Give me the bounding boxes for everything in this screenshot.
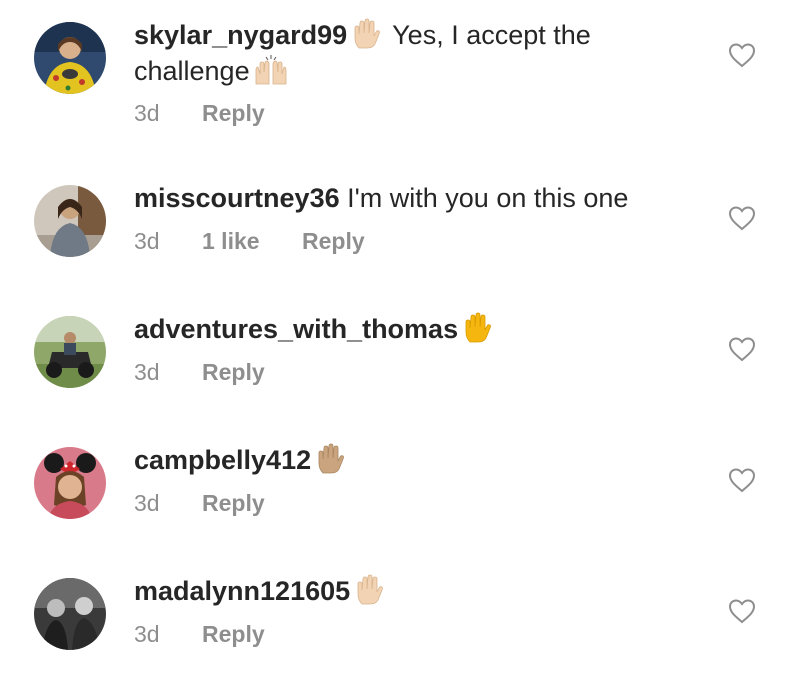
like-count[interactable]: 1 like — [202, 228, 302, 255]
comment-username[interactable]: adventures_with_thomas — [134, 314, 458, 344]
comment-text: Yes, I accept the — [392, 20, 591, 50]
comment-username[interactable]: misscourtney36 — [134, 183, 340, 213]
comment-meta: 3d Reply — [134, 621, 265, 648]
raised-hand-icon — [462, 312, 492, 344]
comment-meta: 3d Reply — [134, 100, 265, 127]
heart-outline-icon[interactable] — [728, 467, 756, 493]
avatar-image — [34, 578, 106, 650]
comment-body: adventures_with_thomas — [134, 311, 654, 347]
avatar[interactable] — [34, 316, 106, 388]
heart-outline-icon[interactable] — [728, 336, 756, 362]
comment-age: 3d — [134, 490, 160, 516]
avatar[interactable] — [34, 447, 106, 519]
comment-text: I'm with you on this one — [347, 183, 629, 213]
avatar-image — [34, 185, 106, 257]
heart-outline-icon[interactable] — [728, 205, 756, 231]
reply-button[interactable]: Reply — [202, 359, 265, 386]
comment-meta: 3d 1 like Reply — [134, 228, 365, 255]
comment-age: 3d — [134, 621, 160, 647]
avatar[interactable] — [34, 578, 106, 650]
comment-body: madalynn121605 — [134, 573, 654, 609]
comment-meta: 3d Reply — [134, 490, 265, 517]
heart-outline-icon[interactable] — [728, 42, 756, 68]
comment-text-line2: challenge — [134, 56, 250, 86]
comment-username[interactable]: campbelly412 — [134, 445, 311, 475]
heart-outline-icon[interactable] — [728, 598, 756, 624]
avatar[interactable] — [34, 185, 106, 257]
avatar-image — [34, 447, 106, 519]
comment-meta: 3d Reply — [134, 359, 265, 386]
comment-age: 3d — [134, 359, 160, 385]
comment-username[interactable]: madalynn121605 — [134, 576, 350, 606]
comment-body: misscourtney36 I'm with you on this one — [134, 180, 654, 216]
reply-button[interactable]: Reply — [202, 490, 265, 517]
raising-hands-icon — [254, 54, 288, 86]
comment-age: 3d — [134, 228, 160, 254]
reply-button[interactable]: Reply — [302, 228, 365, 255]
comment-body: skylar_nygard99 Yes, I accept the challe… — [134, 17, 654, 89]
reply-button[interactable]: Reply — [202, 621, 265, 648]
raised-hand-icon — [315, 443, 345, 475]
raised-hand-icon — [351, 18, 381, 50]
avatar-image — [34, 316, 106, 388]
raised-hand-icon — [354, 574, 384, 606]
reply-button[interactable]: Reply — [202, 100, 265, 127]
comment-body: campbelly412 — [134, 442, 654, 478]
avatar[interactable] — [34, 22, 106, 94]
avatar-image — [34, 22, 106, 94]
comment-age: 3d — [134, 100, 160, 126]
comment-username[interactable]: skylar_nygard99 — [134, 20, 347, 50]
